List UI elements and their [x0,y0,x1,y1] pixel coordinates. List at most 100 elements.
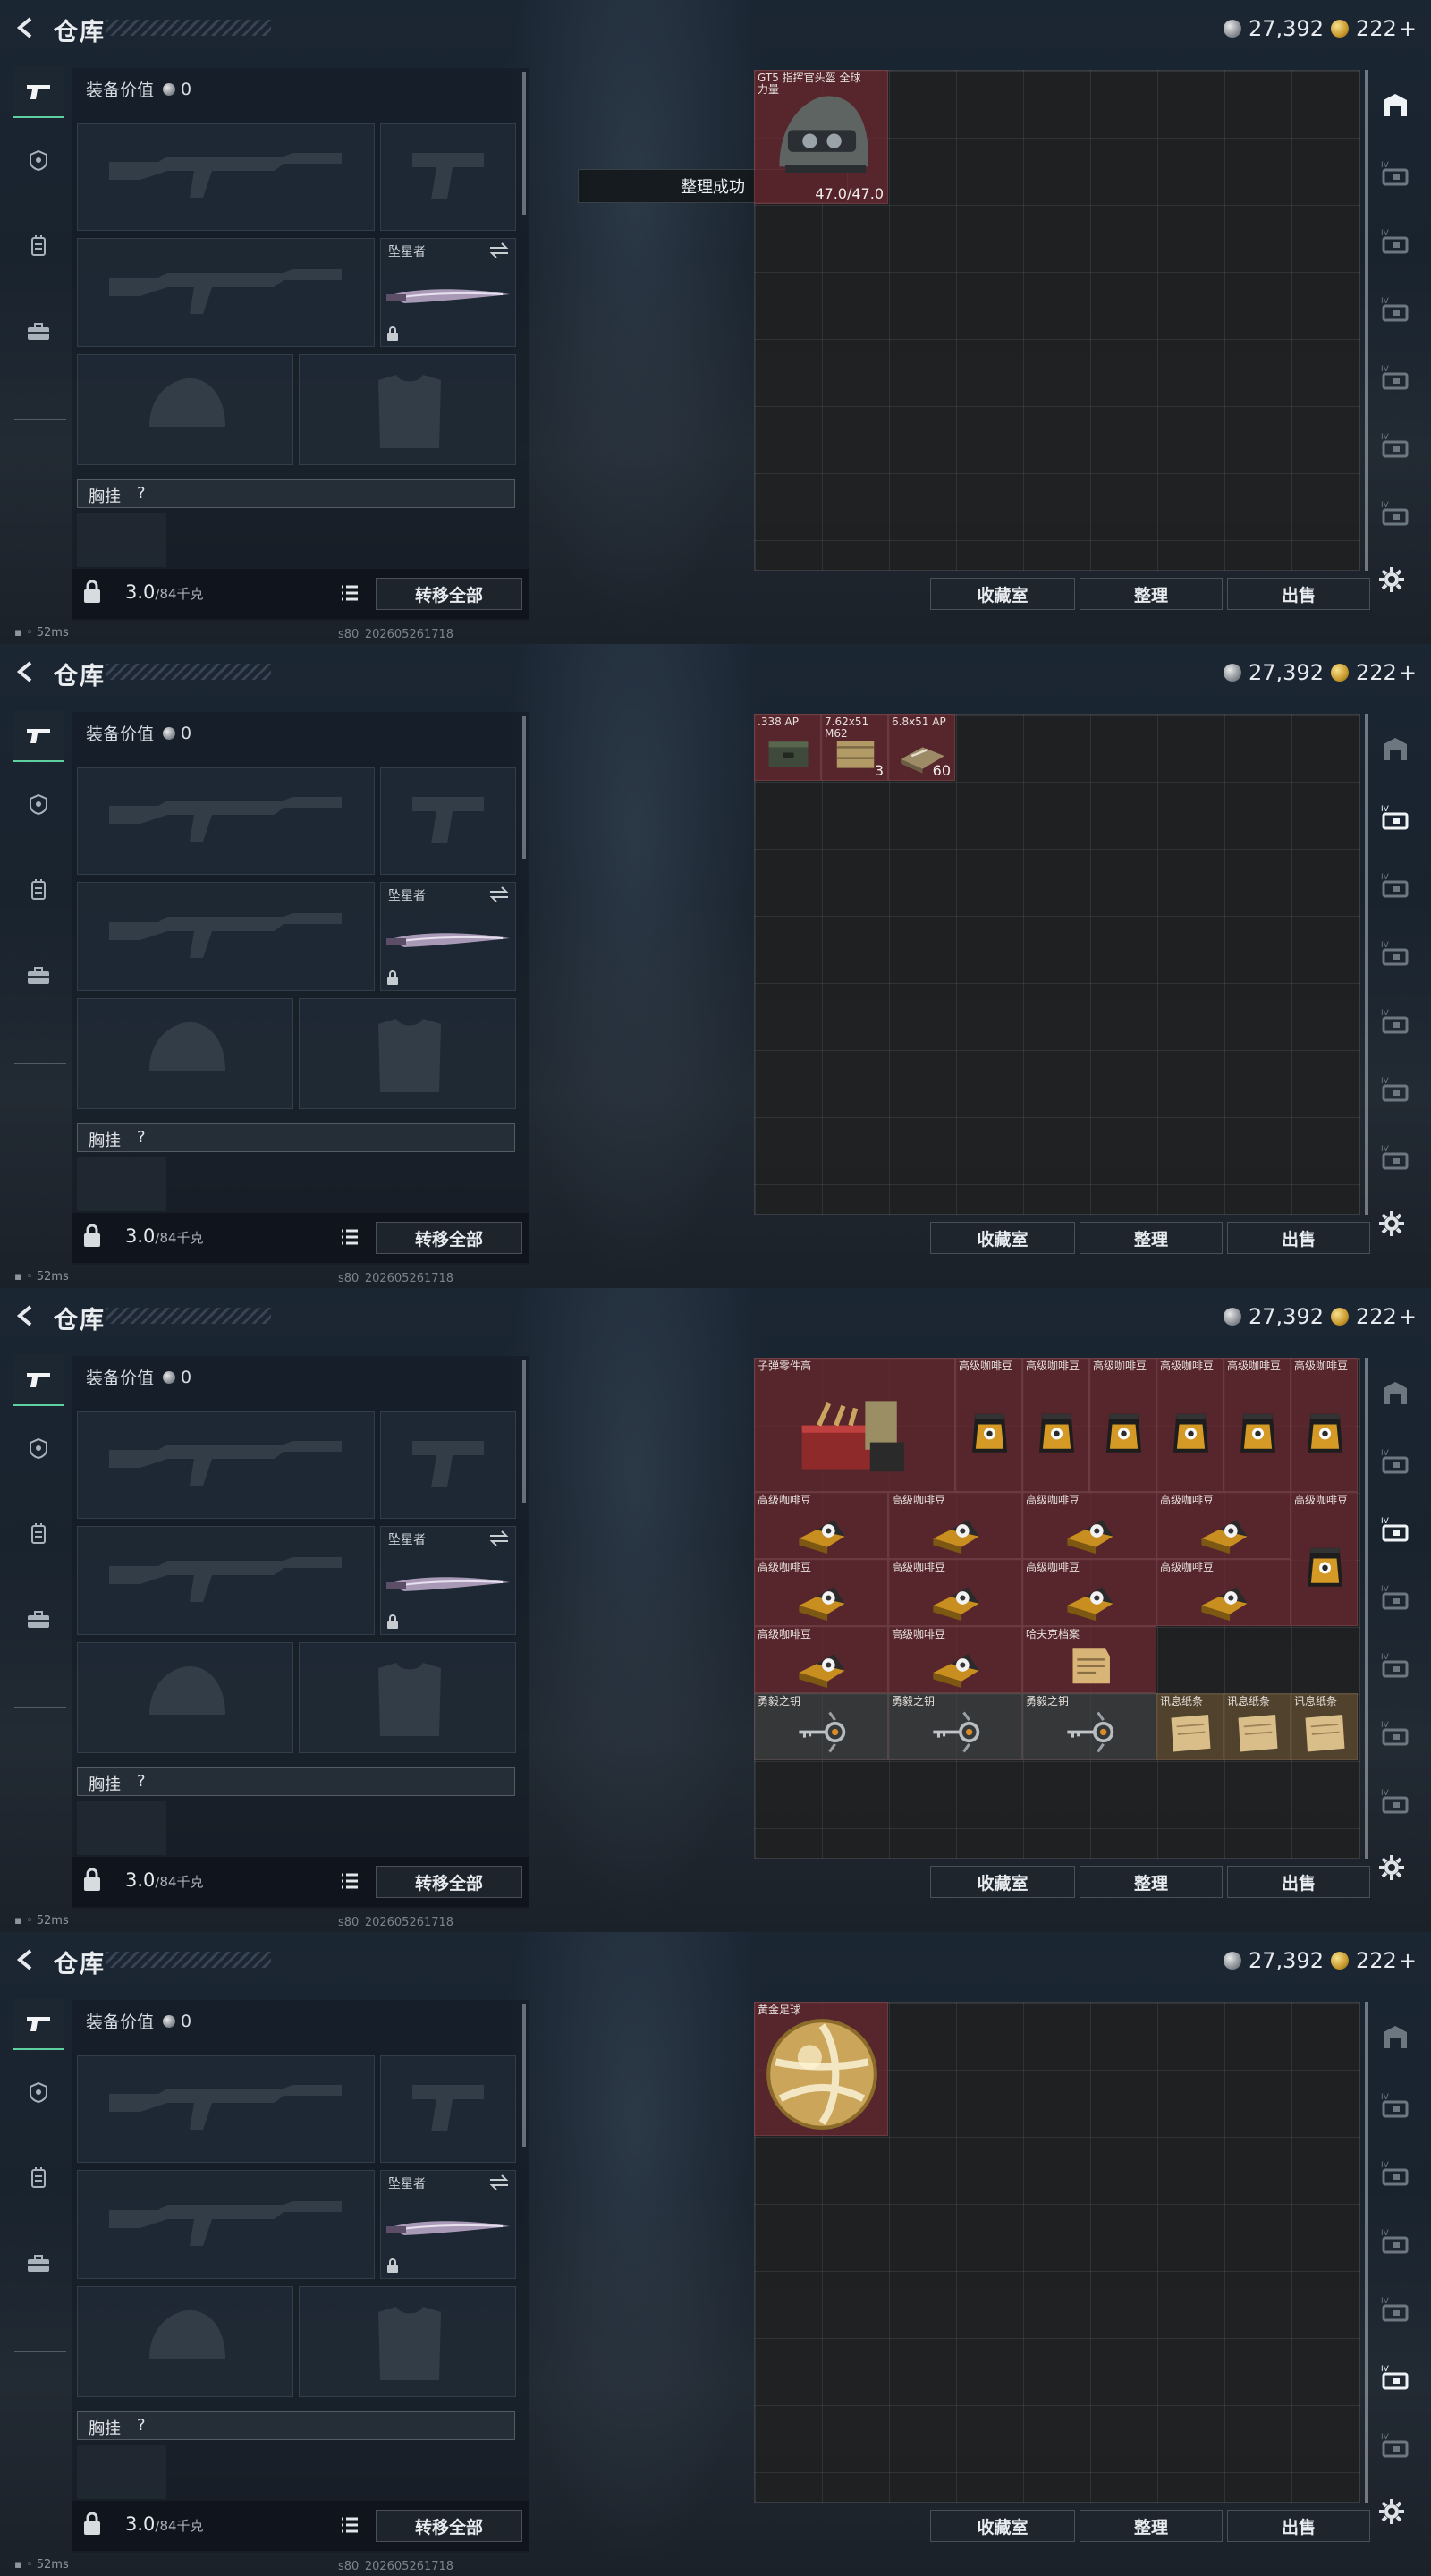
primary-weapon-slot[interactable] [77,1411,375,1519]
inventory-item[interactable]: 讯息纸条 [1224,1693,1291,1760]
gold-plus-button[interactable]: + [1399,660,1417,685]
melee-slot[interactable]: 坠星者 [380,1526,516,1635]
settings-gear-icon[interactable] [1377,565,1406,594]
primary-weapon-slot[interactable] [77,767,375,875]
gold-currency[interactable]: 222 + [1331,658,1417,687]
tab-vest[interactable] [13,2152,64,2204]
home-tab[interactable] [1370,80,1420,129]
chest-rig-slot[interactable] [77,1157,166,1211]
inventory-item[interactable]: 高级咖啡豆 [955,1358,1022,1492]
tab-vest[interactable] [13,1508,64,1560]
helmet-slot[interactable] [77,1642,293,1753]
tab-weapons[interactable] [13,710,64,762]
sort-button[interactable]: 整理 [1080,578,1223,610]
inventory-item[interactable]: 子弹零件高 [754,1358,955,1492]
inventory-item[interactable]: 勇毅之钥 [1022,1693,1156,1760]
inventory-item[interactable]: 高级咖啡豆 [754,1492,888,1559]
favorites-button[interactable]: 收藏室 [930,1866,1075,1898]
inventory-item[interactable]: 讯息纸条 [1156,1693,1224,1760]
swap-icon[interactable] [488,1530,510,1546]
secondary-weapon-slot[interactable] [77,882,375,991]
chest-rig-help[interactable]: ? [137,1772,146,1791]
storage-scrollbar[interactable] [1365,1358,1368,1859]
inventory-item[interactable]: 高级咖啡豆 [1224,1358,1291,1492]
armor-slot[interactable] [299,354,516,465]
storage-tab-6[interactable]: IV [1370,1776,1420,1825]
inventory-item[interactable]: 高级咖啡豆 [1022,1492,1156,1559]
chest-rig-help[interactable]: ? [137,2416,146,2435]
sidearm-slot[interactable] [380,767,516,875]
melee-slot[interactable]: 坠星者 [380,882,516,991]
inventory-item[interactable]: 6.8x51 AP 60 [888,714,955,781]
chest-rig-help[interactable]: ? [137,1128,146,1147]
chest-rig-slot[interactable] [77,513,166,567]
inventory-item[interactable]: 黄金足球 [754,2002,888,2136]
loadout-scrollbar[interactable] [522,716,526,859]
chest-rig-bar[interactable]: 胸挂 ? [77,479,515,508]
transfer-all-button[interactable]: 转移全部 [376,2510,522,2542]
storage-tab-4[interactable]: IV [1370,1640,1420,1689]
back-arrow-icon[interactable] [14,659,39,684]
tab-weapons[interactable] [13,1354,64,1406]
chest-rig-slot[interactable] [77,2445,166,2499]
settings-gear-icon[interactable] [1377,1853,1406,1882]
inventory-item[interactable]: 高级咖啡豆 [1156,1358,1224,1492]
inventory-item[interactable]: GT5 指挥官头盔 全球力量 47.0/47.0 [754,70,888,204]
tab-backpack[interactable] [13,306,64,358]
transfer-all-button[interactable]: 转移全部 [376,1866,522,1898]
inventory-item[interactable]: 高级咖啡豆 [1291,1492,1358,1626]
helmet-slot[interactable] [77,2286,293,2397]
list-icon[interactable] [340,583,360,603]
sort-button[interactable]: 整理 [1080,1866,1223,1898]
list-icon[interactable] [340,1227,360,1247]
sidearm-slot[interactable] [380,123,516,231]
storage-tab-1[interactable]: IV [1370,792,1420,841]
storage-tab-3[interactable]: IV [1370,2216,1420,2265]
gold-currency[interactable]: 222 + [1331,14,1417,43]
tab-weapons[interactable] [13,1998,64,2050]
storage-tab-3[interactable]: IV [1370,928,1420,977]
storage-tab-6[interactable]: IV [1370,1132,1420,1181]
storage-tab-1[interactable]: IV [1370,1436,1420,1485]
inventory-item[interactable]: 高级咖啡豆 [1156,1492,1291,1559]
inventory-item[interactable]: 7.62x51 M62 3 [821,714,888,781]
chest-rig-bar[interactable]: 胸挂 ? [77,1123,515,1152]
gold-plus-button[interactable]: + [1399,1304,1417,1329]
settings-gear-icon[interactable] [1377,2497,1406,2526]
inventory-item[interactable]: 高级咖啡豆 [1089,1358,1156,1492]
storage-scrollbar[interactable] [1365,714,1368,1215]
settings-gear-icon[interactable] [1377,1209,1406,1238]
secondary-weapon-slot[interactable] [77,2170,375,2279]
inventory-item[interactable]: 讯息纸条 [1291,1693,1358,1760]
inventory-item[interactable]: 高级咖啡豆 [888,1492,1022,1559]
primary-weapon-slot[interactable] [77,123,375,231]
chest-rig-help[interactable]: ? [137,484,146,503]
tab-backpack[interactable] [13,1594,64,1646]
storage-tab-2[interactable]: IV [1370,216,1420,265]
chest-rig-bar[interactable]: 胸挂 ? [77,1767,515,1796]
loadout-scrollbar[interactable] [522,1360,526,1503]
helmet-slot[interactable] [77,998,293,1109]
storage-tab-6[interactable]: IV [1370,488,1420,537]
primary-weapon-slot[interactable] [77,2055,375,2163]
secondary-weapon-slot[interactable] [77,238,375,347]
inventory-item[interactable]: 高级咖啡豆 [888,1626,1022,1693]
armor-slot[interactable] [299,2286,516,2397]
inventory-item[interactable]: 高级咖啡豆 [1022,1559,1156,1626]
back-arrow-icon[interactable] [14,15,39,40]
sell-button[interactable]: 出售 [1227,1866,1370,1898]
tab-armor[interactable] [13,1422,64,1474]
storage-tab-4[interactable]: IV [1370,996,1420,1045]
storage-tab-5[interactable]: IV [1370,1708,1420,1757]
transfer-all-button[interactable]: 转移全部 [376,1222,522,1254]
tab-backpack[interactable] [13,2238,64,2290]
storage-tab-6[interactable]: IV [1370,2420,1420,2469]
storage-tab-5[interactable]: IV [1370,2352,1420,2401]
inventory-item[interactable]: .338 AP [754,714,821,781]
melee-slot[interactable]: 坠星者 [380,238,516,347]
tab-armor[interactable] [13,134,64,186]
favorites-button[interactable]: 收藏室 [930,2510,1075,2542]
storage-tab-3[interactable]: IV [1370,1572,1420,1621]
inventory-item[interactable]: 高级咖啡豆 [754,1626,888,1693]
list-icon[interactable] [340,1871,360,1891]
